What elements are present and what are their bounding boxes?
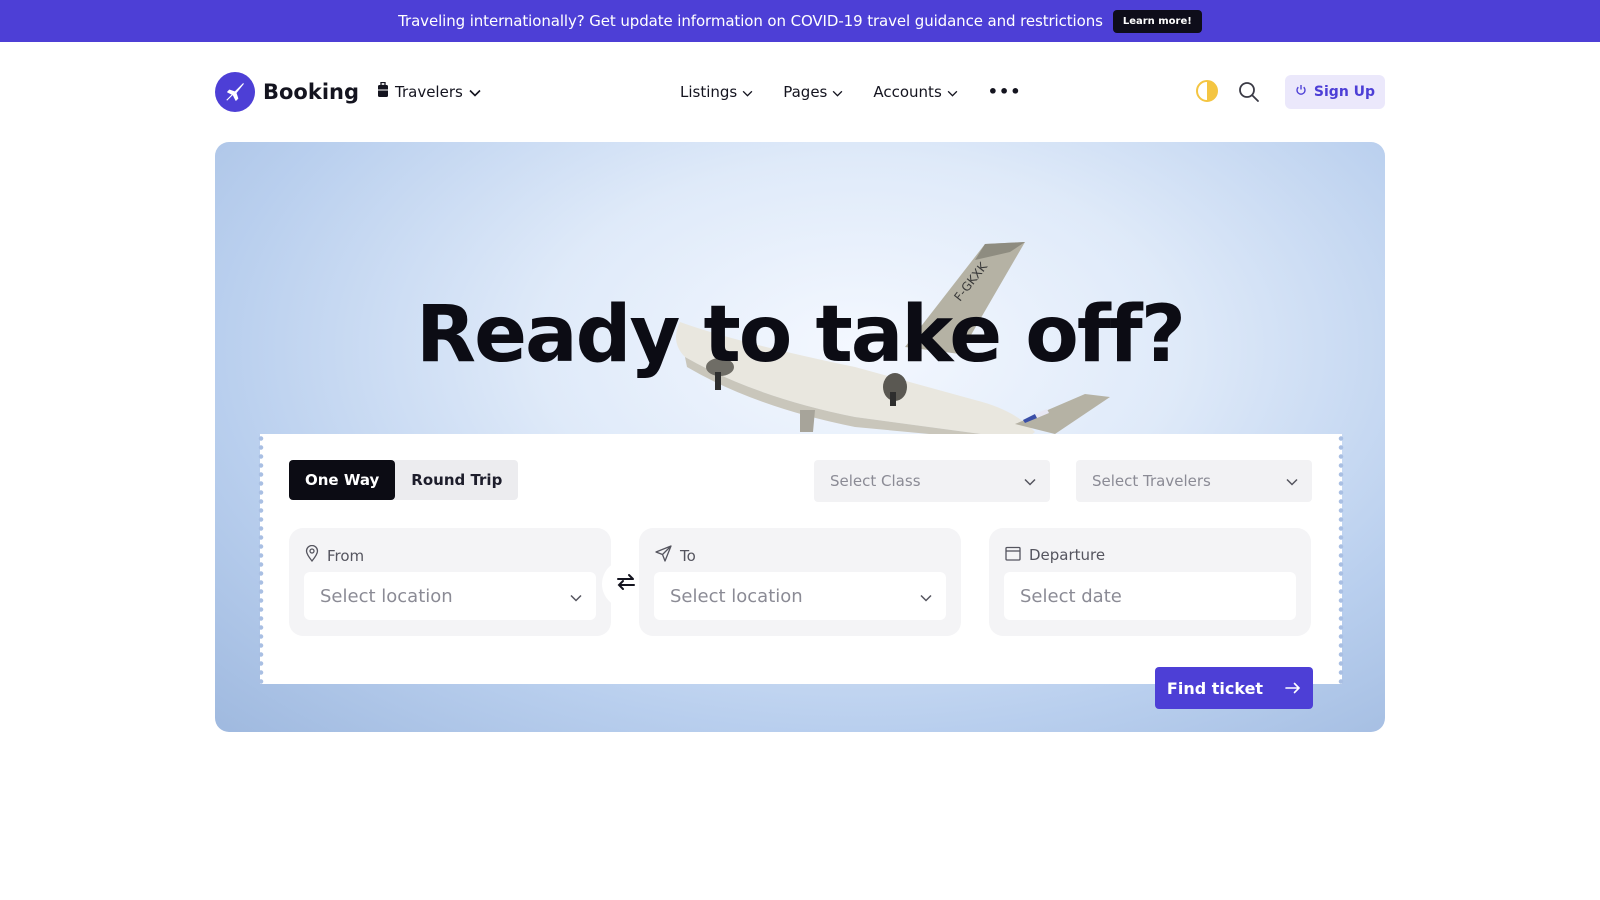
arrow-right-icon xyxy=(1285,679,1301,698)
suitcase-icon xyxy=(377,81,389,102)
map-pin-icon xyxy=(305,544,319,566)
to-location-select[interactable]: Select location xyxy=(654,572,946,620)
find-ticket-button[interactable]: Find ticket xyxy=(1155,667,1313,709)
departure-label-row: Departure xyxy=(1005,545,1105,565)
calendar-icon xyxy=(1005,545,1021,565)
flight-search-card: One Way Round Trip Select Class Select T… xyxy=(258,434,1344,684)
sign-up-button[interactable]: Sign Up xyxy=(1285,75,1385,109)
to-label: To xyxy=(680,546,696,565)
nav-pages[interactable]: Pages xyxy=(783,83,843,101)
to-label-row: To xyxy=(655,545,696,566)
nav-listings[interactable]: Listings xyxy=(680,83,753,101)
learn-more-button[interactable]: Learn more! xyxy=(1112,9,1202,33)
chevron-down-icon xyxy=(469,83,481,101)
chevron-down-icon xyxy=(920,586,932,607)
ticket-edge-left xyxy=(258,434,264,684)
departure-field: Departure Select date xyxy=(989,528,1311,636)
from-location-value: Select location xyxy=(320,585,453,607)
more-menu-button[interactable]: ••• xyxy=(988,82,1022,101)
chevron-down-icon xyxy=(1024,472,1036,490)
ticket-edge-right xyxy=(1338,434,1344,684)
round-trip-tab[interactable]: Round Trip xyxy=(395,460,518,500)
nav-label: Accounts xyxy=(873,82,942,101)
brand-logo[interactable]: Booking xyxy=(215,72,359,112)
site-header: Booking Travelers Listings Pages Account… xyxy=(215,70,1385,114)
find-ticket-label: Find ticket xyxy=(1166,678,1264,698)
departure-date-input[interactable]: Select date xyxy=(1004,572,1296,620)
one-way-tab[interactable]: One Way xyxy=(289,460,396,500)
from-location-select[interactable]: Select location xyxy=(304,572,596,620)
to-location-value: Select location xyxy=(670,585,803,607)
class-select-value: Select Class xyxy=(830,472,921,490)
travelers-select[interactable]: Select Travelers xyxy=(1076,460,1312,502)
announcement-text: Traveling internationally? Get update in… xyxy=(398,12,1103,30)
half-sun-icon[interactable] xyxy=(1196,80,1218,102)
plane-icon xyxy=(215,72,255,112)
nav-label: Listings xyxy=(680,82,738,101)
departure-label: Departure xyxy=(1029,546,1106,564)
search-icon[interactable] xyxy=(1237,80,1261,104)
chevron-down-icon xyxy=(832,83,843,101)
from-field: From Select location xyxy=(289,528,611,636)
nav-accounts[interactable]: Accounts xyxy=(873,82,958,101)
nav-label: Pages xyxy=(783,82,828,101)
swap-arrows-icon xyxy=(616,573,636,595)
travelers-menu-label: Travelers xyxy=(395,83,463,101)
from-label: From xyxy=(327,546,365,565)
main-nav: Listings Pages Accounts ••• xyxy=(680,82,1021,101)
from-label-row: From xyxy=(305,544,365,566)
sign-up-label: Sign Up xyxy=(1313,84,1376,100)
travelers-menu[interactable]: Travelers xyxy=(377,81,481,102)
power-icon xyxy=(1295,84,1307,100)
trip-type-toggle: One Way Round Trip xyxy=(289,460,519,500)
chevron-down-icon xyxy=(570,586,582,607)
to-field: To Select location xyxy=(639,528,961,636)
brand-name: Booking xyxy=(263,80,360,104)
chevron-down-icon xyxy=(1286,472,1298,490)
class-select[interactable]: Select Class xyxy=(814,460,1050,502)
chevron-down-icon xyxy=(742,83,753,101)
hero-title: Ready to take off? xyxy=(416,290,1186,380)
announcement-bar: Traveling internationally? Get update in… xyxy=(0,0,1600,42)
departure-date-value: Select date xyxy=(1020,585,1122,607)
travelers-select-value: Select Travelers xyxy=(1092,472,1211,490)
send-icon xyxy=(655,545,672,566)
chevron-down-icon xyxy=(947,83,958,101)
